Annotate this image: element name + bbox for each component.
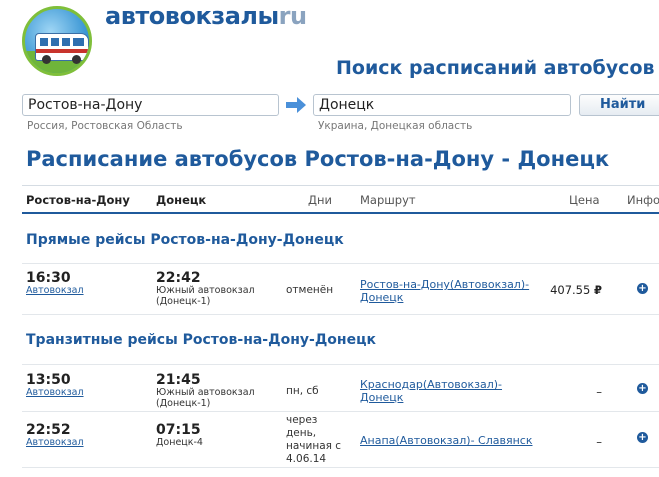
departure-time: 13:50 (26, 372, 71, 388)
days-text: через день, начиная с 4.06.14 (286, 414, 342, 465)
arrival-time: 22:42 (156, 270, 201, 286)
from-region-label: Россия, Ростовская Область (27, 120, 183, 132)
header-price: Цена (569, 193, 600, 207)
days-text: пн, сб (286, 385, 319, 397)
departure-time: 16:30 (26, 270, 71, 286)
table-row: 22:52 Автовокзал 07:15 Донецк-4 через де… (22, 411, 659, 468)
currency-symbol: ₽ (593, 283, 602, 297)
info-plus-icon[interactable]: + (637, 383, 648, 394)
page-title: Расписание автобусов Ростов-на-Дону - До… (26, 147, 610, 171)
days-text: отменён (286, 284, 334, 296)
arrival-station: Южный автовокзал (Донецк-1) (156, 285, 255, 307)
to-field[interactable]: Донецк (313, 94, 571, 116)
price-amount: 407.55 (550, 283, 591, 297)
table-row: 16:30 Автовокзал 22:42 Южный автовокзал … (22, 263, 659, 315)
to-region-label: Украина, Донецкая область (318, 120, 473, 132)
from-field[interactable]: Ростов-на-Дону (22, 94, 279, 116)
price-value: – (596, 435, 602, 449)
brand-suffix: ru (278, 2, 307, 30)
table-row: 13:50 Автовокзал 21:45 Южный автовокзал … (22, 364, 659, 412)
departure-station-link[interactable]: Автовокзал (26, 387, 84, 398)
header-info: Инфо (627, 193, 659, 207)
departure-time: 22:52 (26, 422, 71, 438)
header-from: Ростов-на-Дону (26, 193, 130, 207)
header-route: Маршрут (360, 193, 416, 207)
arrival-station: Южный автовокзал (Донецк-1) (156, 387, 255, 409)
arrival-station: Донецк-4 (156, 437, 203, 448)
arrival-time: 07:15 (156, 422, 201, 438)
search-heading: Поиск расписаний автобусов (336, 57, 655, 79)
site-logo[interactable]: автовокзалыru (105, 2, 307, 30)
find-button[interactable]: Найти (579, 94, 659, 116)
section-transit-title: Транзитные рейсы Ростов-на-Дону-Донецк (26, 332, 376, 348)
price-value: 407.55 ₽ (512, 283, 602, 297)
arrow-right-icon (286, 97, 306, 113)
header-to: Донецк (156, 193, 207, 207)
info-plus-icon[interactable]: + (637, 283, 648, 294)
brand-name: автовокзалы (105, 2, 279, 30)
table-header: Ростов-на-Дону Донецк Дни Маршрут Цена И… (22, 185, 659, 214)
section-direct-title: Прямые рейсы Ростов-на-Дону-Донецк (26, 232, 344, 248)
departure-station-link[interactable]: Автовокзал (26, 437, 84, 448)
header-days: Дни (308, 193, 332, 207)
departure-station-link[interactable]: Автовокзал (26, 285, 84, 296)
bus-logo-icon[interactable] (22, 6, 92, 76)
info-plus-icon[interactable]: + (637, 432, 648, 443)
price-value: – (596, 385, 602, 399)
arrival-time: 21:45 (156, 372, 201, 388)
